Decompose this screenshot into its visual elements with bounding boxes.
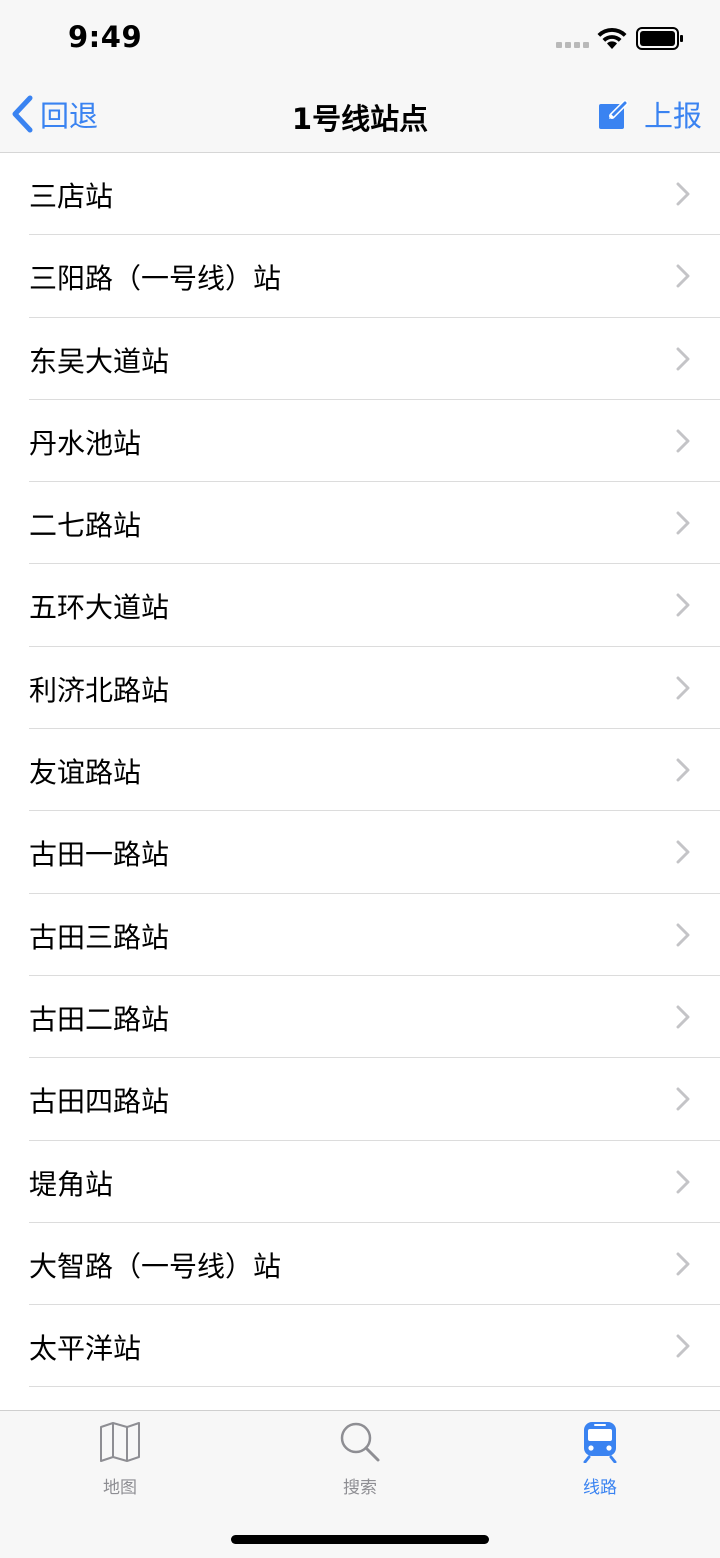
station-row[interactable]: 丹水池站 [0, 400, 720, 483]
station-row[interactable]: 太平洋站 [0, 1305, 720, 1388]
station-row[interactable]: 五环大道站 [0, 564, 720, 647]
row-divider [29, 1386, 720, 1388]
station-name: 大智路（一号线）站 [29, 1249, 282, 1283]
status-bar: 9:49 [0, 0, 720, 76]
tab-search-label: 搜索 [343, 1478, 377, 1498]
train-icon [583, 1422, 617, 1464]
chevron-right-icon [676, 758, 690, 782]
station-name: 堤角站 [29, 1167, 114, 1201]
station-row[interactable]: 利济北路站 [0, 647, 720, 730]
status-time: 9:49 [68, 20, 143, 54]
chevron-right-icon [676, 1334, 690, 1358]
map-icon [100, 1422, 140, 1462]
chevron-right-icon [676, 1170, 690, 1194]
station-row[interactable]: 古田四路站 [0, 1058, 720, 1141]
station-list: 三店站 三阳路（一号线）站 东吴大道站 丹水池站 二七路站 五环大道站 利济北路… [0, 153, 720, 1388]
chevron-right-icon [676, 593, 690, 617]
chevron-right-icon [676, 923, 690, 947]
report-label: 上报 [643, 99, 702, 133]
tab-search[interactable]: 搜索 [300, 1421, 420, 1498]
chevron-right-icon [676, 1252, 690, 1276]
chevron-right-icon [676, 840, 690, 864]
station-row[interactable]: 三店站 [0, 153, 720, 236]
station-name: 东吴大道站 [29, 344, 170, 378]
compose-icon [598, 100, 628, 129]
tab-lines-label: 线路 [583, 1478, 617, 1498]
station-name: 二七路站 [29, 509, 142, 543]
chevron-right-icon [676, 347, 690, 371]
chevron-right-icon [676, 511, 690, 535]
station-row[interactable]: 东吴大道站 [0, 318, 720, 400]
station-name: 古田一路站 [29, 838, 170, 872]
station-name: 古田四路站 [29, 1085, 170, 1119]
chevron-right-icon [676, 1087, 690, 1111]
search-icon [340, 1422, 380, 1462]
report-button[interactable]: 上报 [598, 92, 702, 136]
tab-bar: 地图 搜索 线路 [0, 1410, 720, 1558]
station-row[interactable]: 友谊路站 [0, 729, 720, 812]
station-row[interactable]: 堤角站 [0, 1141, 720, 1223]
station-name: 太平洋站 [29, 1332, 142, 1366]
station-row[interactable]: 大智路（一号线）站 [0, 1223, 720, 1306]
chevron-right-icon [676, 676, 690, 700]
station-row[interactable]: 古田一路站 [0, 811, 720, 894]
cellular-signal-icon [556, 42, 590, 48]
tab-map[interactable]: 地图 [60, 1421, 180, 1498]
station-name: 友谊路站 [29, 756, 142, 790]
home-indicator[interactable] [231, 1535, 489, 1544]
station-row[interactable]: 二七路站 [0, 482, 720, 565]
station-row[interactable]: 古田三路站 [0, 894, 720, 976]
tab-lines[interactable]: 线路 [540, 1421, 660, 1498]
station-name: 丹水池站 [29, 426, 142, 460]
tab-map-label: 地图 [103, 1478, 137, 1498]
chevron-right-icon [676, 1005, 690, 1029]
navigation-bar: 回退 1号线站点 上报 [0, 76, 720, 153]
station-name: 古田二路站 [29, 1002, 170, 1036]
station-name: 五环大道站 [29, 591, 170, 625]
wifi-icon [597, 27, 627, 49]
chevron-right-icon [676, 429, 690, 453]
chevron-right-icon [676, 264, 690, 288]
chevron-right-icon [676, 182, 690, 206]
station-row[interactable]: 古田二路站 [0, 976, 720, 1059]
station-name: 利济北路站 [29, 673, 170, 707]
station-name: 三店站 [29, 180, 114, 213]
battery-icon [636, 27, 683, 50]
station-row[interactable]: 三阳路（一号线）站 [0, 235, 720, 318]
station-name: 三阳路（一号线）站 [29, 262, 282, 296]
station-name: 古田三路站 [29, 920, 170, 954]
